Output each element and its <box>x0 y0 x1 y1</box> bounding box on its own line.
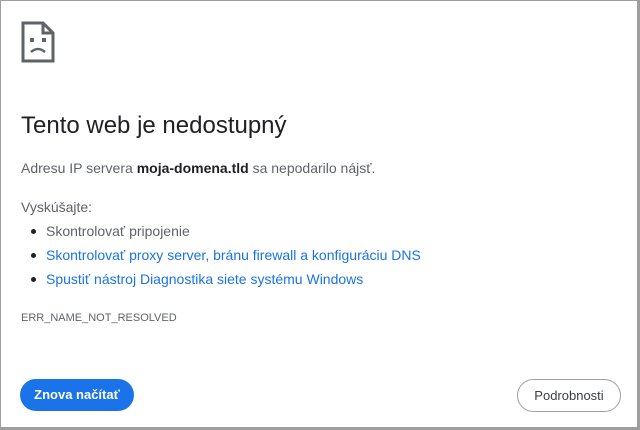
description-suffix: sa nepodarilo nájsť. <box>248 160 376 176</box>
reload-button[interactable]: Znova načítať <box>20 379 134 411</box>
suggestions-list: Skontrolovať pripojenie Skontrolovať pro… <box>21 221 421 293</box>
domain-name: moja-domena.tld <box>136 160 249 176</box>
suggestion-check-connection: Skontrolovať pripojenie <box>31 221 421 245</box>
error-description: Adresu IP servera moja-domena.tld sa nep… <box>21 158 375 178</box>
error-code: ERR_NAME_NOT_RESOLVED <box>21 312 177 324</box>
details-button[interactable]: Podrobnosti <box>517 379 621 412</box>
suggestion-link[interactable]: Skontrolovať proxy server, bránu firewal… <box>46 247 421 263</box>
suggestion-link[interactable]: Spustiť nástroj Diagnostika siete systém… <box>46 271 363 287</box>
try-label: Vyskúšajte: <box>21 199 93 215</box>
error-page: Tento web je nedostupný Adresu IP server… <box>0 0 640 430</box>
suggestion-label: Skontrolovať pripojenie <box>46 223 190 239</box>
page-title: Tento web je nedostupný <box>21 112 287 139</box>
sad-page-icon <box>21 21 55 63</box>
description-prefix: Adresu IP servera <box>21 160 137 176</box>
suggestion-run-network-diagnostics[interactable]: Spustiť nástroj Diagnostika siete systém… <box>31 269 421 293</box>
suggestion-check-proxy-firewall-dns[interactable]: Skontrolovať proxy server, bránu firewal… <box>31 245 421 269</box>
